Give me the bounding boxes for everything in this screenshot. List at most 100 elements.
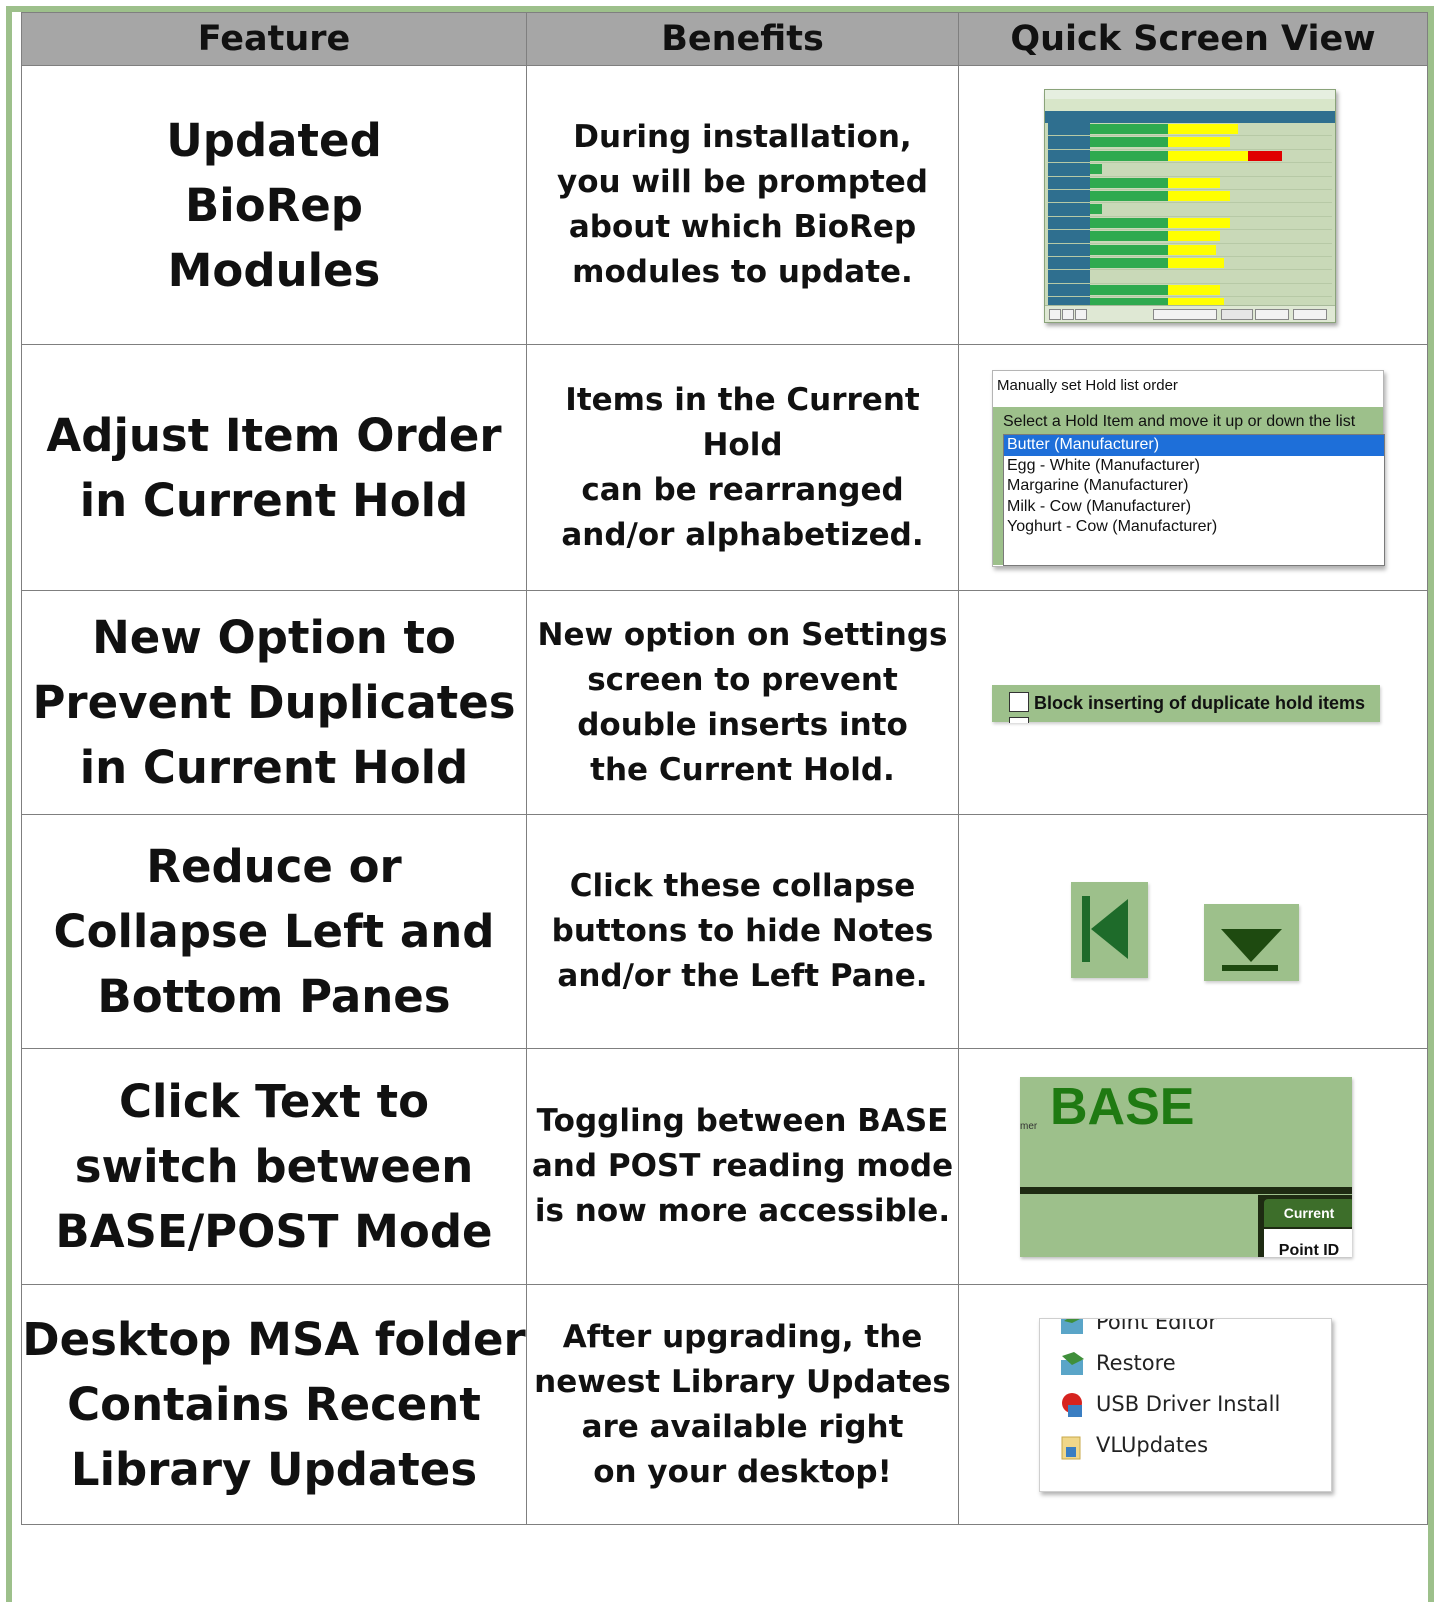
benefit-cell: During installation, you will be prompte… — [526, 65, 959, 345]
dialog-prompt: Select a Hold Item and move it up or dow… — [1003, 413, 1356, 430]
feature-line: Modules — [167, 243, 381, 297]
header-feature: Feature — [21, 12, 527, 66]
feature-line: Desktop MSA folder — [22, 1313, 526, 1366]
base-mode-toggle[interactable]: BASE — [1050, 1077, 1194, 1137]
duplicate-checkbox[interactable] — [1009, 692, 1029, 712]
feature-line: BioRep — [184, 178, 364, 232]
feature-line: Collapse Left and — [53, 905, 495, 958]
list-item[interactable]: Point Editor — [1058, 1318, 1217, 1343]
list-item[interactable]: Butter (Manufacturer) — [1004, 435, 1384, 456]
installer-icon — [1062, 1393, 1082, 1417]
header-benefits: Benefits — [526, 12, 959, 66]
feature-line: Prevent Duplicates — [32, 676, 516, 729]
feature-cell: Click Text to switch between BASE/POST M… — [21, 1048, 527, 1285]
benefit-line: Click these collapse — [569, 868, 916, 904]
feature-line: Contains Recent — [67, 1378, 481, 1431]
benefit-line: you will be prompted — [557, 164, 928, 200]
screen-cell: mer BASE Current Point ID — [958, 1048, 1428, 1285]
app-icon — [1061, 1319, 1083, 1334]
benefit-line: New option on Settings — [537, 616, 948, 653]
feature-line: in Current Hold — [79, 473, 469, 527]
list-item-label: USB Driver Install — [1096, 1392, 1281, 1416]
list-item[interactable]: Yoghurt - Cow (Manufacturer) — [1004, 517, 1384, 538]
divider — [1020, 1187, 1352, 1194]
feature-cell: Updated BioRep Modules — [21, 65, 527, 345]
benefit-line: on your desktop! — [593, 1453, 892, 1490]
benefit-cell: After upgrading, the newest Library Upda… — [526, 1284, 959, 1525]
feature-line: Library Updates — [70, 1443, 478, 1496]
collapse-left-button[interactable] — [1071, 882, 1148, 978]
feature-cell: Adjust Item Order in Current Hold — [21, 344, 527, 591]
list-item[interactable]: Margarine (Manufacturer) — [1004, 476, 1384, 497]
table-row: New Option to Prevent Duplicates in Curr… — [21, 590, 1428, 815]
feature-line: Reduce or — [146, 840, 402, 893]
list-item[interactable]: VLUpdates — [1058, 1432, 1208, 1466]
benefit-line: and/or the Left Pane. — [557, 958, 928, 994]
benefit-line: the Current Hold. — [590, 751, 895, 788]
table-row: Click Text to switch between BASE/POST M… — [21, 1048, 1428, 1285]
point-id-column: Point ID — [1264, 1229, 1352, 1257]
next-checkbox-partial — [1009, 717, 1029, 723]
benefit-line: buttons to hide Notes — [551, 913, 934, 949]
header-quick-screen-view: Quick Screen View — [958, 12, 1428, 66]
feature-line: Bottom Panes — [97, 970, 451, 1023]
table-row: Reduce or Collapse Left and Bottom Panes… — [21, 814, 1428, 1049]
list-item[interactable]: Milk - Cow (Manufacturer) — [1004, 497, 1384, 518]
table-row: Updated BioRep Modules During installati… — [21, 65, 1428, 345]
screen-cell: Point Editor Restore USB Driver Install … — [958, 1284, 1428, 1525]
feature-line: BASE/POST Mode — [55, 1205, 493, 1258]
benefit-line: modules to update. — [572, 254, 913, 290]
collapse-bottom-icon — [1221, 929, 1282, 971]
list-item[interactable]: USB Driver Install — [1058, 1391, 1280, 1425]
feature-line: New Option to — [92, 611, 456, 664]
benefit-line: Toggling between BASE — [536, 1103, 949, 1139]
collapse-left-icon — [1082, 896, 1128, 962]
collapse-bottom-button[interactable] — [1204, 904, 1299, 981]
base-post-panel: mer BASE Current Point ID — [1020, 1077, 1352, 1257]
list-item-label: Restore — [1096, 1351, 1176, 1375]
table-row: Desktop MSA folder Contains Recent Libra… — [21, 1284, 1428, 1525]
feature-cell: Reduce or Collapse Left and Bottom Panes — [21, 814, 527, 1049]
screenshot-grid — [1048, 123, 1332, 311]
benefit-line: can be rearranged — [581, 471, 904, 508]
benefit-line: are available right — [581, 1408, 904, 1445]
tab-current[interactable]: Current — [1264, 1199, 1352, 1227]
screen-cell — [958, 814, 1428, 1049]
screen-cell — [958, 65, 1428, 345]
benefit-line: is now more accessible. — [534, 1193, 951, 1229]
screenshot-footer — [1045, 305, 1335, 322]
table-header-row: Feature Benefits Quick Screen View — [21, 12, 1428, 66]
benefit-line: newest Library Updates — [534, 1363, 951, 1400]
screenshot-protocol-bar — [1045, 99, 1335, 111]
list-item[interactable]: Restore — [1058, 1350, 1176, 1384]
msa-folder-listing: Point Editor Restore USB Driver Install … — [1039, 1318, 1332, 1492]
benefit-line: and/or alphabetized. — [561, 516, 924, 553]
feature-table: Feature Benefits Quick Screen View Updat… — [21, 12, 1428, 1525]
benefit-line: During installation, — [573, 119, 912, 155]
feature-line: switch between — [74, 1140, 474, 1193]
feature-cell: New Option to Prevent Duplicates in Curr… — [21, 590, 527, 815]
benefit-line: screen to prevent — [587, 661, 898, 698]
table-row: Adjust Item Order in Current Hold Items … — [21, 344, 1428, 591]
list-item-label: Point Editor — [1096, 1318, 1217, 1334]
hold-item-list[interactable]: Butter (Manufacturer) Egg - White (Manuf… — [1003, 434, 1385, 566]
partial-label: mer — [1020, 1121, 1038, 1132]
feature-line: in Current Hold — [79, 741, 469, 794]
benefit-line: After upgrading, the — [562, 1318, 923, 1355]
biorep-modules-screenshot — [1044, 89, 1336, 323]
benefit-line: Items in the Current Hold — [565, 381, 920, 463]
benefit-line: double inserts into — [577, 706, 908, 743]
screenshot-titlebar — [1045, 90, 1335, 99]
duplicate-option-panel: Block inserting of duplicate hold items — [992, 685, 1380, 723]
feature-line: Adjust Item Order — [46, 408, 502, 462]
benefit-line: and POST reading mode — [531, 1148, 954, 1184]
list-item[interactable]: Egg - White (Manufacturer) — [1004, 456, 1384, 477]
folder-icon — [1061, 1436, 1081, 1460]
duplicate-checkbox-label[interactable]: Block inserting of duplicate hold items — [1034, 693, 1365, 714]
screenshot-grid-header — [1045, 111, 1335, 123]
benefit-line: about which BioRep — [568, 209, 917, 245]
screen-cell: Manually set Hold list order Select a Ho… — [958, 344, 1428, 591]
dialog-title: Manually set Hold list order — [997, 377, 1178, 394]
benefit-cell: Toggling between BASE and POST reading m… — [526, 1048, 959, 1285]
feature-line: Click Text to — [118, 1075, 429, 1128]
